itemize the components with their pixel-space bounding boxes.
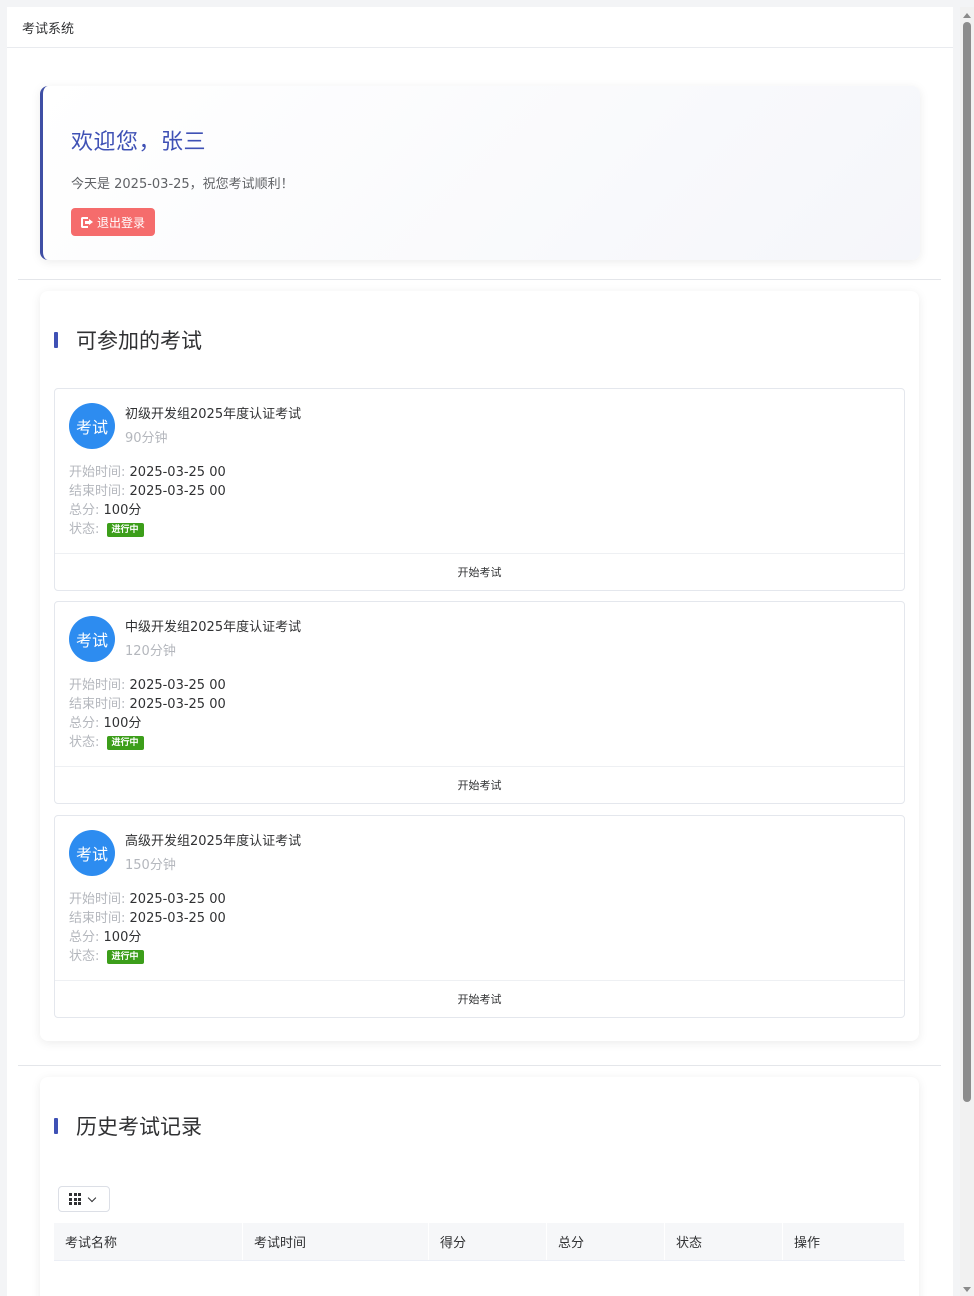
history-section: 历史考试记录 考试名称 考试时间 得分 总分 状态 操作: [40, 1077, 919, 1296]
column-toggle-button[interactable]: [58, 1186, 110, 1212]
chevron-down-icon: [87, 1193, 97, 1202]
total-label: 总分:: [69, 503, 100, 518]
app-title: 考试系统: [22, 21, 75, 37]
scroll-up-arrow-icon[interactable]: [963, 13, 971, 18]
exam-info: 开始时间: 2025-03-25 00 结束时间: 2025-03-25 00 …: [69, 890, 226, 966]
column-header-exam-time[interactable]: 考试时间: [243, 1223, 429, 1260]
divider: [18, 279, 941, 280]
start-value: 2025-03-25 00: [129, 892, 226, 907]
column-header-actions[interactable]: 操作: [783, 1223, 905, 1260]
column-header-score[interactable]: 得分: [429, 1223, 547, 1260]
title-accent-bar: [54, 332, 58, 348]
exam-duration: 150分钟: [125, 858, 176, 873]
start-label: 开始时间:: [69, 678, 126, 693]
logout-label: 退出登录: [97, 215, 146, 230]
end-label: 结束时间:: [69, 911, 126, 926]
top-bar: 考试系统: [7, 7, 953, 48]
total-value: 100分: [103, 930, 142, 945]
column-header-status[interactable]: 状态: [665, 1223, 783, 1260]
total-value: 100分: [103, 716, 142, 731]
start-exam-button[interactable]: 开始考试: [55, 553, 904, 590]
end-label: 结束时间:: [69, 697, 126, 712]
exam-info: 开始时间: 2025-03-25 00 结束时间: 2025-03-25 00 …: [69, 463, 226, 539]
exam-name: 高级开发组2025年度认证考试: [125, 834, 302, 849]
start-value: 2025-03-25 00: [129, 465, 226, 480]
welcome-card: 欢迎您，张三 今天是 2025-03-25，祝您考试顺利！ 退出登录: [40, 86, 920, 260]
end-value: 2025-03-25 00: [129, 911, 226, 926]
exam-duration: 120分钟: [125, 644, 176, 659]
vertical-scrollbar[interactable]: [960, 7, 974, 1296]
status-label: 状态:: [69, 949, 100, 964]
start-value: 2025-03-25 00: [129, 678, 226, 693]
exam-name: 中级开发组2025年度认证考试: [125, 620, 302, 635]
scroll-down-arrow-icon[interactable]: [963, 1287, 971, 1292]
available-exams-section: 可参加的考试 考试 初级开发组2025年度认证考试 90分钟 开始时间: 202…: [40, 291, 919, 1041]
start-label: 开始时间:: [69, 465, 126, 480]
exam-avatar: 考试: [69, 616, 115, 662]
total-label: 总分:: [69, 716, 100, 731]
divider: [18, 1065, 941, 1066]
end-label: 结束时间:: [69, 484, 126, 499]
exam-card: 考试 高级开发组2025年度认证考试 150分钟 开始时间: 2025-03-2…: [54, 815, 905, 1018]
status-label: 状态:: [69, 735, 100, 750]
status-badge: 进行中: [106, 736, 144, 750]
section-title-available: 可参加的考试: [54, 325, 202, 355]
end-value: 2025-03-25 00: [129, 484, 226, 499]
exam-avatar: 考试: [69, 403, 115, 449]
status-badge: 进行中: [106, 523, 144, 537]
available-title-text: 可参加的考试: [76, 329, 202, 353]
sign-out-icon: [81, 216, 93, 228]
grid-icon: [69, 1193, 81, 1205]
exam-name: 初级开发组2025年度认证考试: [125, 407, 302, 422]
history-table-header: 考试名称 考试时间 得分 总分 状态 操作: [54, 1223, 905, 1261]
exam-card: 考试 初级开发组2025年度认证考试 90分钟 开始时间: 2025-03-25…: [54, 388, 905, 591]
status-badge: 进行中: [106, 950, 144, 964]
exam-avatar: 考试: [69, 830, 115, 876]
app-window: 考试系统 欢迎您，张三 今天是 2025-03-25，祝您考试顺利！ 退出登录 …: [7, 7, 953, 1296]
section-title-history: 历史考试记录: [54, 1111, 202, 1141]
history-title-text: 历史考试记录: [76, 1115, 202, 1139]
total-value: 100分: [103, 503, 142, 518]
exam-card: 考试 中级开发组2025年度认证考试 120分钟 开始时间: 2025-03-2…: [54, 601, 905, 804]
start-label: 开始时间:: [69, 892, 126, 907]
exam-info: 开始时间: 2025-03-25 00 结束时间: 2025-03-25 00 …: [69, 676, 226, 752]
exam-duration: 90分钟: [125, 431, 168, 446]
status-label: 状态:: [69, 522, 100, 537]
welcome-date: 今天是 2025-03-25，祝您考试顺利！: [71, 177, 294, 192]
column-header-total[interactable]: 总分: [547, 1223, 665, 1260]
total-label: 总分:: [69, 930, 100, 945]
start-exam-button[interactable]: 开始考试: [55, 766, 904, 803]
logout-button[interactable]: 退出登录: [71, 208, 156, 236]
column-header-exam-name[interactable]: 考试名称: [54, 1223, 243, 1260]
title-accent-bar: [54, 1118, 58, 1134]
end-value: 2025-03-25 00: [129, 697, 226, 712]
start-exam-button[interactable]: 开始考试: [55, 980, 904, 1017]
scrollbar-thumb[interactable]: [963, 22, 971, 1102]
welcome-greeting: 欢迎您，张三: [71, 130, 207, 155]
